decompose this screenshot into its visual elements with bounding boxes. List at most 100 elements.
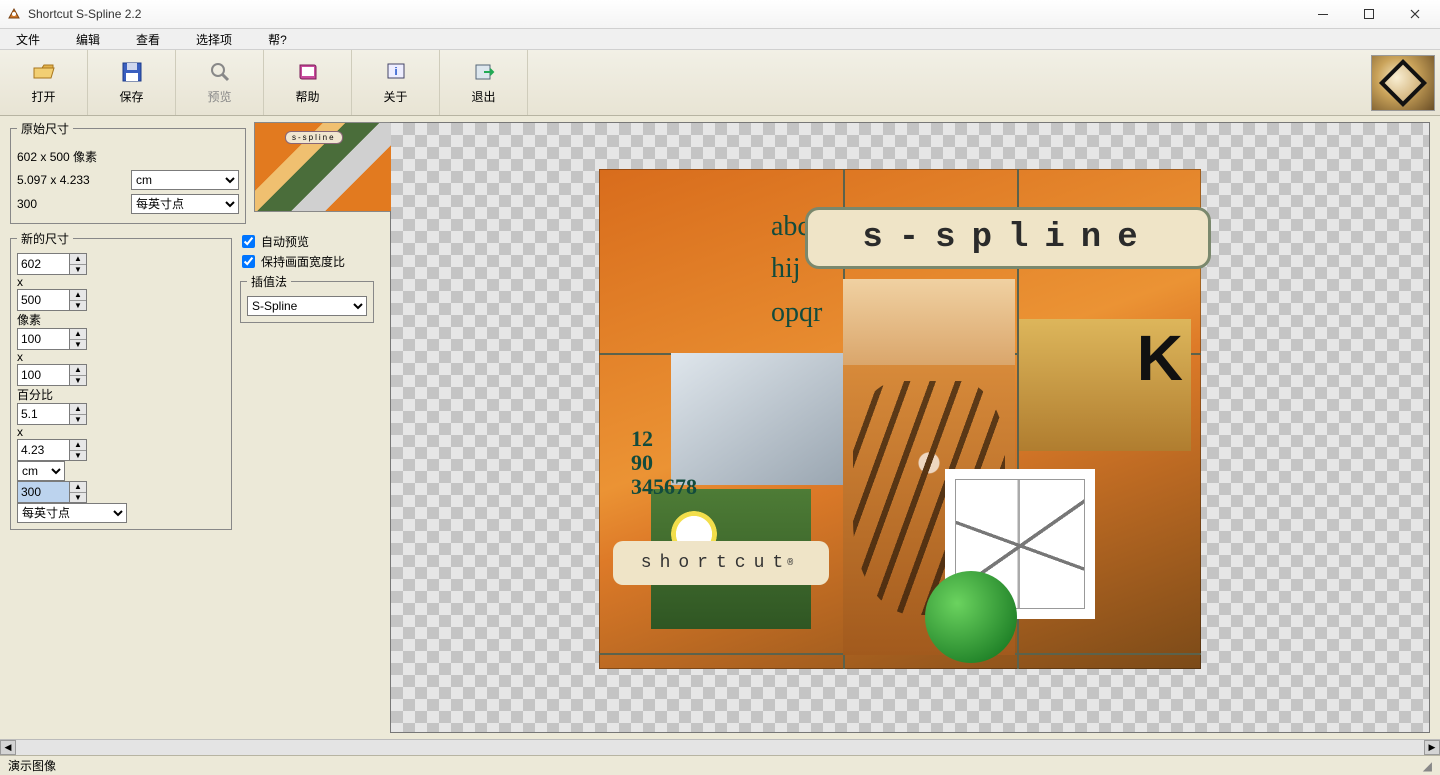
thumbnail-logo: s-spline — [285, 131, 343, 144]
scroll-right-arrow-icon[interactable]: ▶ — [1424, 740, 1440, 755]
width-cm-spinner[interactable]: ▲▼ — [17, 403, 87, 425]
magnifier-icon — [208, 60, 232, 84]
workspace: 原始尺寸 602 x 500 像素 5.097 x 4.233 cm 300 每… — [0, 116, 1440, 739]
app-icon — [6, 6, 22, 22]
preview-button[interactable]: 预览 — [176, 50, 264, 115]
menu-options[interactable]: 选择项 — [190, 29, 238, 50]
help-button[interactable]: 帮助 — [264, 50, 352, 115]
menu-help[interactable]: 帮? — [262, 29, 293, 50]
menu-edit[interactable]: 编辑 — [70, 29, 106, 50]
preview-image: abc hij opqr s-spline shortcut 12 90 345… — [599, 169, 1201, 669]
unit-cm-select[interactable]: cm — [17, 461, 65, 481]
canvas[interactable]: abc hij opqr s-spline shortcut 12 90 345… — [391, 123, 1429, 732]
window-title: Shortcut S-Spline 2.2 — [28, 7, 141, 21]
dpi-input[interactable] — [17, 481, 69, 503]
width-px-input[interactable] — [17, 253, 69, 275]
down-arrow-icon[interactable]: ▼ — [70, 265, 86, 275]
down-arrow-icon[interactable]: ▼ — [70, 415, 86, 425]
down-arrow-icon[interactable]: ▼ — [70, 301, 86, 311]
auto-preview-label: 自动预览 — [261, 233, 309, 250]
thumbnail-image: s-spline — [255, 123, 393, 211]
original-cm-text: 5.097 x 4.233 — [17, 173, 125, 187]
open-button[interactable]: 打开 — [0, 50, 88, 115]
down-arrow-icon[interactable]: ▼ — [70, 493, 86, 503]
minimize-button[interactable] — [1300, 0, 1346, 29]
help-label: 帮助 — [295, 88, 319, 105]
dpi-spinner[interactable]: ▲▼ — [17, 481, 87, 503]
exit-label: 退出 — [471, 88, 495, 105]
keep-aspect-checkbox[interactable]: 保持画面宽度比 — [242, 253, 374, 270]
x-separator: x — [17, 350, 23, 364]
original-pixels-text: 602 x 500 像素 — [17, 148, 125, 165]
menubar: 文件 编辑 查看 选择项 帮? — [0, 29, 1440, 50]
up-arrow-icon[interactable]: ▲ — [70, 365, 86, 376]
brand-logo-button[interactable] — [1371, 55, 1435, 111]
original-dpi-unit-select[interactable]: 每英寸点 — [131, 194, 239, 214]
thumbnail-preview[interactable]: s-spline — [254, 122, 394, 212]
auto-preview-checkbox[interactable]: 自动预览 — [242, 233, 374, 250]
height-cm-input[interactable] — [17, 439, 69, 461]
menu-view[interactable]: 查看 — [130, 29, 166, 50]
scroll-track[interactable] — [16, 740, 1424, 755]
height-px-input[interactable] — [17, 289, 69, 311]
preview-text: hij — [771, 253, 801, 285]
x-separator: x — [17, 425, 23, 439]
book-icon — [296, 60, 320, 84]
about-label: 关于 — [383, 88, 407, 105]
right-column: abc hij opqr s-spline shortcut 12 90 345… — [390, 116, 1440, 739]
save-label: 保存 — [119, 88, 143, 105]
height-pct-spinner[interactable]: ▲▼ — [17, 364, 87, 386]
dpi-unit-select[interactable]: 每英寸点 — [17, 503, 127, 523]
close-button[interactable] — [1392, 0, 1438, 29]
down-arrow-icon[interactable]: ▼ — [70, 340, 86, 350]
scroll-left-arrow-icon[interactable]: ◀ — [0, 740, 16, 755]
width-cm-input[interactable] — [17, 403, 69, 425]
about-icon: i — [384, 60, 408, 84]
horizontal-scrollbar[interactable]: ◀ ▶ — [0, 739, 1440, 755]
canvas-frame: abc hij opqr s-spline shortcut 12 90 345… — [390, 122, 1430, 733]
toolbar: 打开 保存 预览 帮助 i 关于 退出 — [0, 50, 1440, 116]
menu-file[interactable]: 文件 — [10, 29, 46, 50]
new-size-title: 新的尺寸 — [17, 230, 73, 247]
preview-label: 预览 — [207, 88, 231, 105]
down-arrow-icon[interactable]: ▼ — [70, 376, 86, 386]
left-column: 原始尺寸 602 x 500 像素 5.097 x 4.233 cm 300 每… — [0, 116, 390, 739]
width-pct-spinner[interactable]: ▲▼ — [17, 328, 87, 350]
interpolation-select[interactable]: S-Spline — [247, 296, 367, 316]
height-cm-spinner[interactable]: ▲▼ — [17, 439, 87, 461]
original-size-title: 原始尺寸 — [17, 120, 73, 137]
interpolation-title: 插值法 — [247, 273, 291, 290]
preview-shortcut-label: shortcut — [613, 541, 829, 585]
x-separator: x — [17, 275, 23, 289]
folder-open-icon — [32, 60, 56, 84]
width-px-spinner[interactable]: ▲▼ — [17, 253, 87, 275]
up-arrow-icon[interactable]: ▲ — [70, 254, 86, 265]
unit-pct-label: 百分比 — [17, 388, 53, 402]
up-arrow-icon[interactable]: ▲ — [70, 329, 86, 340]
down-arrow-icon[interactable]: ▼ — [70, 451, 86, 461]
up-arrow-icon[interactable]: ▲ — [70, 290, 86, 301]
up-arrow-icon[interactable]: ▲ — [70, 404, 86, 415]
floppy-icon — [120, 60, 144, 84]
options-column: 自动预览 保持画面宽度比 插值法 S-Spline — [240, 230, 374, 536]
original-size-panel: 原始尺寸 602 x 500 像素 5.097 x 4.233 cm 300 每… — [10, 120, 246, 224]
preview-logo: s-spline — [805, 207, 1211, 269]
maximize-button[interactable] — [1346, 0, 1392, 29]
about-button[interactable]: i 关于 — [352, 50, 440, 115]
up-arrow-icon[interactable]: ▲ — [70, 482, 86, 493]
resize-grip-icon[interactable]: ◢ — [1423, 759, 1432, 773]
original-dpi-text: 300 — [17, 197, 125, 211]
original-unit-select[interactable]: cm — [131, 170, 239, 190]
preview-text: opqr — [771, 297, 822, 329]
width-pct-input[interactable] — [17, 328, 69, 350]
keep-aspect-label: 保持画面宽度比 — [261, 253, 345, 270]
save-button[interactable]: 保存 — [88, 50, 176, 115]
height-pct-input[interactable] — [17, 364, 69, 386]
keep-aspect-input[interactable] — [242, 255, 255, 268]
height-px-spinner[interactable]: ▲▼ — [17, 289, 87, 311]
up-arrow-icon[interactable]: ▲ — [70, 440, 86, 451]
exit-button[interactable]: 退出 — [440, 50, 528, 115]
preview-numbers: 12 90 345678 — [631, 427, 697, 499]
auto-preview-input[interactable] — [242, 235, 255, 248]
window-controls — [1300, 0, 1438, 29]
